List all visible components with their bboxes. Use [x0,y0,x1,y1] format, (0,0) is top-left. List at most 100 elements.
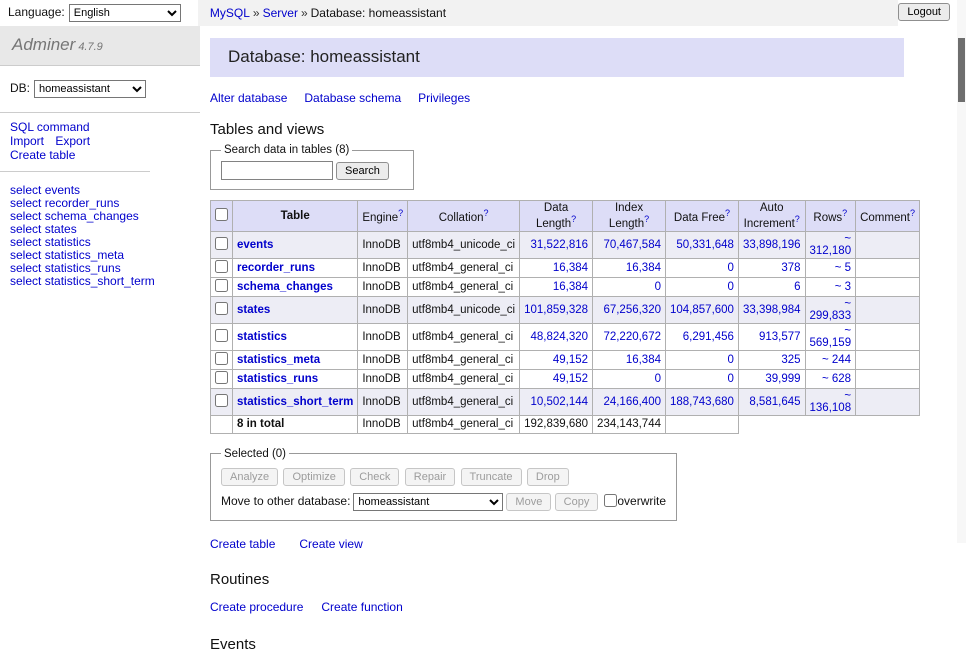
sidebar-action-export[interactable]: Export [55,134,90,148]
row-checkbox-states[interactable] [215,302,228,315]
sidebar-table-link-statistics_meta[interactable]: statistics_meta [45,248,124,262]
sidebar-table-link-events[interactable]: events [45,183,80,197]
rows-link-events[interactable]: ~ 312,180 [810,233,852,257]
doc-link-engine[interactable]: ? [398,212,403,224]
rows-link-statistics_short_term[interactable]: ~ 136,108 [810,390,852,414]
sidebar-select-link-statistics_runs[interactable]: select [10,261,41,275]
auto-increment-link-recorder_runs[interactable]: 378 [781,262,800,274]
data-length-link-events[interactable]: 31,522,816 [530,239,588,251]
doc-link-rows[interactable]: ? [842,212,847,224]
index-length-link-schema_changes[interactable]: 0 [655,281,661,293]
link-database-schema[interactable]: Database schema [304,91,401,105]
sidebar-action-sql-command[interactable]: SQL command [10,120,90,134]
index-length-link-statistics_short_term[interactable]: 24,166,400 [603,396,661,408]
sidebar-table-link-schema_changes[interactable]: schema_changes [45,209,139,223]
scrollbar[interactable] [957,0,966,543]
data-free-link-statistics_meta[interactable]: 0 [728,354,734,366]
row-checkbox-schema_changes[interactable] [215,279,228,292]
doc-link-comment[interactable]: ? [910,212,915,224]
auto-increment-link-events[interactable]: 33,898,196 [743,239,801,251]
data-free-link-states[interactable]: 104,857,600 [670,304,734,316]
sidebar-table-link-states[interactable]: states [45,222,77,236]
sidebar-select-link-statistics_short_term[interactable]: select [10,274,41,288]
data-free-link-statistics[interactable]: 6,291,456 [683,331,734,343]
link-create-view[interactable]: Create view [299,537,362,551]
overwrite-checkbox[interactable] [604,494,617,507]
auto-increment-link-statistics_short_term[interactable]: 8,581,645 [749,396,800,408]
index-length-link-statistics_meta[interactable]: 16,384 [626,354,661,366]
link-create-table[interactable]: Create table [210,537,275,551]
row-checkbox-statistics_short_term[interactable] [215,394,228,407]
sidebar-select-link-statistics_meta[interactable]: select [10,248,41,262]
doc-link-auto-increment[interactable]: ? [795,218,800,230]
row-checkbox-statistics[interactable] [215,329,228,342]
rows-link-statistics_meta[interactable]: ~ 244 [822,354,851,366]
index-length-link-statistics[interactable]: 72,220,672 [603,331,661,343]
link-create-procedure[interactable]: Create procedure [210,600,303,614]
sidebar-select-link-events[interactable]: select [10,183,41,197]
data-length-link-recorder_runs[interactable]: 16,384 [553,262,588,274]
sidebar-table-link-statistics_short_term[interactable]: statistics_short_term [45,274,155,288]
data-length-link-statistics_meta[interactable]: 49,152 [553,354,588,366]
sidebar-select-link-recorder_runs[interactable]: select [10,196,41,210]
auto-increment-link-statistics_meta[interactable]: 325 [781,354,800,366]
data-length-link-schema_changes[interactable]: 16,384 [553,281,588,293]
sidebar-table-link-recorder_runs[interactable]: recorder_runs [45,196,120,210]
data-free-link-events[interactable]: 50,331,648 [676,239,734,251]
move-db-select[interactable]: homeassistant [353,493,503,511]
data-length-link-states[interactable]: 101,859,328 [524,304,588,316]
auto-increment-link-schema_changes[interactable]: 6 [794,281,800,293]
sidebar-table-link-statistics[interactable]: statistics [45,235,91,249]
index-length-link-statistics_runs[interactable]: 0 [655,373,661,385]
row-checkbox-events[interactable] [215,237,228,250]
table-name-link-statistics[interactable]: statistics [237,331,287,343]
table-name-link-schema_changes[interactable]: schema_changes [237,281,333,293]
auto-increment-link-states[interactable]: 33,398,984 [743,304,801,316]
search-input[interactable] [221,161,333,180]
sidebar-select-link-statistics[interactable]: select [10,235,41,249]
language-select[interactable]: English [69,4,181,22]
sidebar-action-import[interactable]: Import [10,134,44,148]
data-length-link-statistics_short_term[interactable]: 10,502,144 [530,396,588,408]
table-name-link-statistics_short_term[interactable]: statistics_short_term [237,396,353,408]
index-length-link-states[interactable]: 67,256,320 [603,304,661,316]
link-privileges[interactable]: Privileges [418,91,470,105]
doc-link-data-length[interactable]: ? [571,218,576,230]
select-all-checkbox[interactable] [215,208,228,221]
rows-link-states[interactable]: ~ 299,833 [810,298,852,322]
rows-link-statistics[interactable]: ~ 569,159 [810,325,852,349]
breadcrumb-mysql[interactable]: MySQL [210,6,250,20]
doc-link-collation[interactable]: ? [483,212,488,224]
scrollbar-thumb[interactable] [958,38,965,102]
doc-link-index-length[interactable]: ? [644,218,649,230]
row-checkbox-statistics_meta[interactable] [215,352,228,365]
breadcrumb-server[interactable]: Server [263,6,298,20]
data-free-link-statistics_short_term[interactable]: 188,743,680 [670,396,734,408]
data-length-link-statistics[interactable]: 48,824,320 [530,331,588,343]
table-name-link-events[interactable]: events [237,239,273,251]
table-name-link-statistics_meta[interactable]: statistics_meta [237,354,320,366]
sidebar-select-link-schema_changes[interactable]: select [10,209,41,223]
search-button[interactable]: Search [336,162,389,180]
row-checkbox-statistics_runs[interactable] [215,371,228,384]
sidebar-select-link-states[interactable]: select [10,222,41,236]
index-length-link-events[interactable]: 70,467,584 [603,239,661,251]
data-free-link-recorder_runs[interactable]: 0 [728,262,734,274]
db-select[interactable]: homeassistant [34,80,146,98]
data-free-link-schema_changes[interactable]: 0 [728,281,734,293]
rows-link-schema_changes[interactable]: ~ 3 [835,281,851,293]
data-length-link-statistics_runs[interactable]: 49,152 [553,373,588,385]
rows-link-recorder_runs[interactable]: ~ 5 [835,262,851,274]
sidebar-action-create-table[interactable]: Create table [10,148,75,162]
link-alter-database[interactable]: Alter database [210,91,287,105]
link-create-function[interactable]: Create function [321,600,402,614]
index-length-link-recorder_runs[interactable]: 16,384 [626,262,661,274]
table-name-link-statistics_runs[interactable]: statistics_runs [237,373,318,385]
rows-link-statistics_runs[interactable]: ~ 628 [822,373,851,385]
table-name-link-states[interactable]: states [237,304,270,316]
auto-increment-link-statistics[interactable]: 913,577 [759,331,801,343]
row-checkbox-recorder_runs[interactable] [215,260,228,273]
data-free-link-statistics_runs[interactable]: 0 [728,373,734,385]
table-name-link-recorder_runs[interactable]: recorder_runs [237,262,315,274]
auto-increment-link-statistics_runs[interactable]: 39,999 [765,373,800,385]
